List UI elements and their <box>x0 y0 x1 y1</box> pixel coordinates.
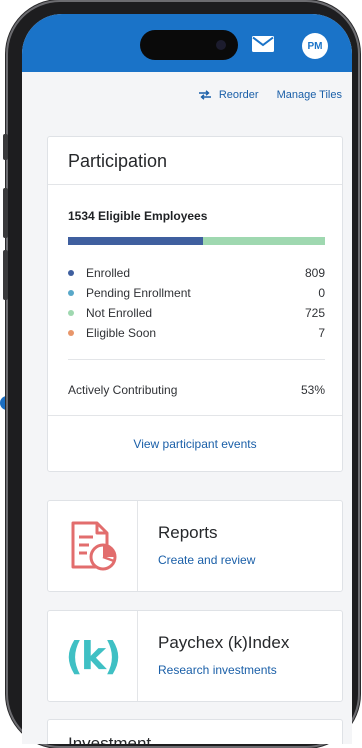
legend-label: Eligible Soon <box>86 326 157 340</box>
legend-value: 7 <box>318 326 325 340</box>
actively-contributing-label: Actively Contributing <box>68 383 178 397</box>
kindex-icon-container: (k) <box>48 611 138 701</box>
mail-icon[interactable] <box>252 36 274 52</box>
legend-row: Pending Enrollment 0 <box>68 283 325 303</box>
legend-label: Not Enrolled <box>86 306 153 320</box>
volume-up-button <box>3 188 8 238</box>
legend-dot-icon <box>68 330 74 336</box>
eligible-employees-count: 1534 Eligible Employees <box>68 209 208 223</box>
reorder-label: Reorder <box>218 89 259 101</box>
reports-icon <box>71 521 116 571</box>
phone-frame: PM Reorder Manage Tiles Participation 15… <box>3 2 358 746</box>
legend-label: Enrolled <box>86 266 131 280</box>
view-participant-events-link[interactable]: View participant events <box>48 415 342 471</box>
dashboard-toolbar: Reorder Manage Tiles <box>198 86 342 104</box>
reports-icon-container <box>48 501 138 591</box>
k-index-icon: (k) <box>65 634 121 678</box>
enrollment-progress-bar <box>68 237 325 245</box>
reorder-icon <box>198 90 211 100</box>
legend-row: Not Enrolled 725 <box>68 303 325 323</box>
volume-down-button <box>3 250 8 300</box>
divider <box>68 359 325 360</box>
investment-title: Investment <box>68 734 152 744</box>
legend-value: 0 <box>318 286 325 300</box>
enrollment-legend: Enrolled 809 Pending Enrollment 0 Not Enroll… <box>68 263 325 343</box>
kindex-tile[interactable]: (k) Paychex (k)Index Research investment… <box>47 610 343 702</box>
bar-segment-not-enrolled <box>203 237 325 245</box>
reports-tile[interactable]: Reports Create and review <box>47 500 343 592</box>
reorder-button[interactable]: Reorder <box>198 89 259 101</box>
app-screen: PM Reorder Manage Tiles Participation 15… <box>22 14 352 744</box>
user-avatar[interactable]: PM <box>302 33 328 59</box>
kindex-title: Paychex (k)Index <box>158 633 290 652</box>
app-header: PM <box>22 14 352 72</box>
bar-segment-enrolled <box>68 237 204 245</box>
legend-row: Enrolled 809 <box>68 263 325 283</box>
dynamic-island <box>140 30 238 60</box>
participation-title: Participation <box>48 137 342 185</box>
legend-value: 725 <box>304 306 325 320</box>
legend-dot-icon <box>68 310 74 316</box>
legend-dot-icon <box>68 270 74 276</box>
legend-dot-icon <box>68 290 74 296</box>
participation-card: Participation 1534 Eligible Employees En… <box>47 136 343 472</box>
kindex-link[interactable]: Research investments <box>158 663 289 677</box>
reports-link[interactable]: Create and review <box>158 553 255 567</box>
actively-contributing-row: Actively Contributing 53% <box>68 383 325 397</box>
manage-tiles-link[interactable]: Manage Tiles <box>277 89 342 101</box>
legend-value: 809 <box>304 266 325 280</box>
mute-switch <box>3 134 8 160</box>
actively-contributing-value: 53% <box>300 383 325 397</box>
legend-row: Eligible Soon 7 <box>68 323 325 343</box>
legend-label: Pending Enrollment <box>86 286 191 300</box>
investment-card[interactable]: Investment <box>47 719 343 744</box>
reports-title: Reports <box>158 523 218 542</box>
